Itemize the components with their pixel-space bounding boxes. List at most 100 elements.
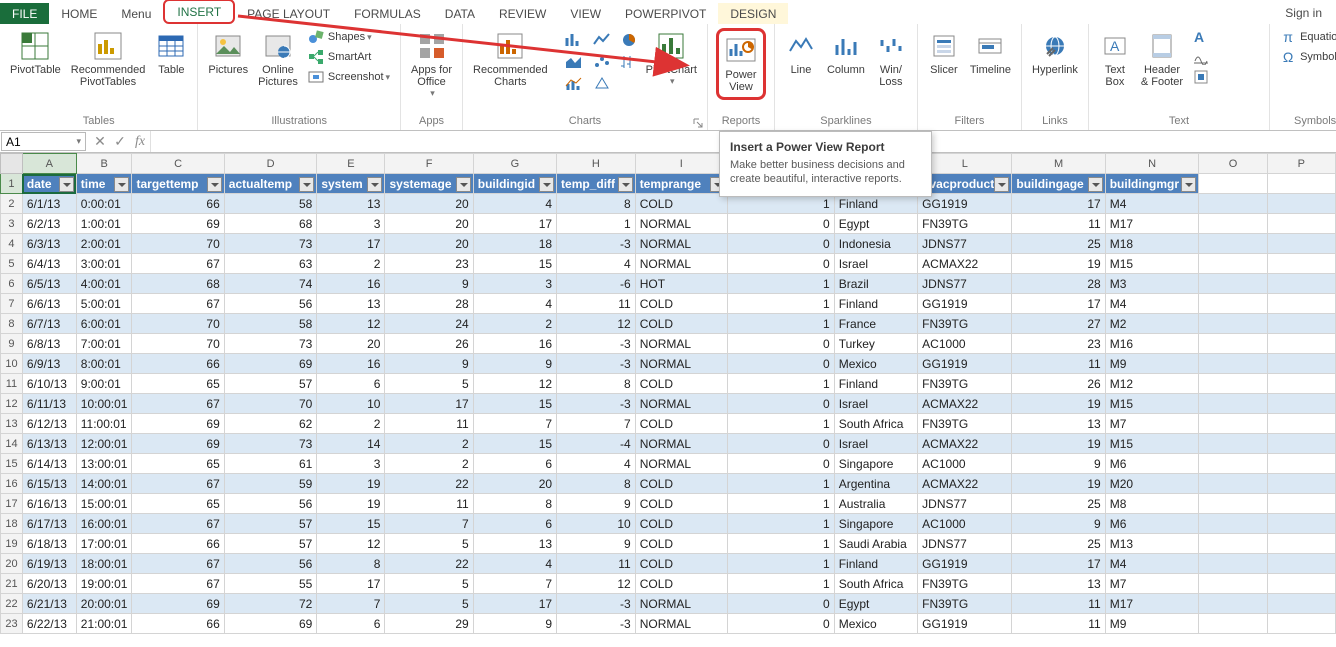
- cell[interactable]: 1: [557, 214, 636, 234]
- column-header[interactable]: P: [1267, 154, 1335, 174]
- row-header[interactable]: 4: [1, 234, 23, 254]
- cell[interactable]: 17: [1012, 194, 1105, 214]
- cell[interactable]: NORMAL: [635, 334, 727, 354]
- cell[interactable]: 0: [727, 394, 834, 414]
- row-header[interactable]: 17: [1, 494, 23, 514]
- cell[interactable]: JDNS77: [918, 494, 1012, 514]
- cell[interactable]: GG1919: [918, 554, 1012, 574]
- cell[interactable]: 14: [317, 434, 385, 454]
- cell[interactable]: 65: [132, 494, 224, 514]
- cell[interactable]: 7: [473, 414, 556, 434]
- cell[interactable]: -6: [557, 274, 636, 294]
- row-header[interactable]: 8: [1, 314, 23, 334]
- symbol-button[interactable]: Ω Symbol: [1278, 48, 1336, 66]
- cell[interactable]: 63: [224, 254, 317, 274]
- cell[interactable]: 19: [1012, 394, 1105, 414]
- cell[interactable]: 66: [132, 534, 224, 554]
- cell[interactable]: 6/16/13: [22, 494, 76, 514]
- cell[interactable]: [1199, 194, 1267, 214]
- cell[interactable]: 29: [385, 614, 473, 634]
- column-header[interactable]: M: [1012, 154, 1105, 174]
- cell[interactable]: 20: [473, 474, 556, 494]
- tab-file[interactable]: FILE: [0, 3, 49, 24]
- cell[interactable]: 11:00:01: [76, 414, 132, 434]
- cell[interactable]: 69: [132, 434, 224, 454]
- cell[interactable]: Argentina: [834, 474, 917, 494]
- cell[interactable]: 6: [317, 614, 385, 634]
- cell[interactable]: 1: [727, 554, 834, 574]
- pictures-button[interactable]: Pictures: [206, 28, 250, 78]
- cell[interactable]: Finland: [834, 374, 917, 394]
- cell[interactable]: GG1919: [918, 294, 1012, 314]
- cell[interactable]: JDNS77: [918, 534, 1012, 554]
- cell[interactable]: [1267, 494, 1335, 514]
- cell[interactable]: 4: [557, 254, 636, 274]
- cell[interactable]: France: [834, 314, 917, 334]
- row-header[interactable]: 20: [1, 554, 23, 574]
- cell[interactable]: 2: [385, 434, 473, 454]
- cell[interactable]: 13: [473, 534, 556, 554]
- cell[interactable]: ACMAX22: [918, 394, 1012, 414]
- cell[interactable]: FN39TG: [918, 314, 1012, 334]
- row-header[interactable]: 14: [1, 434, 23, 454]
- cell[interactable]: M15: [1105, 434, 1199, 454]
- cell[interactable]: Brazil: [834, 274, 917, 294]
- cell[interactable]: 11: [1012, 614, 1105, 634]
- cell[interactable]: 14:00:01: [76, 474, 132, 494]
- cell[interactable]: 26: [1012, 374, 1105, 394]
- tab-insert[interactable]: INSERT: [163, 0, 235, 24]
- cell[interactable]: 57: [224, 534, 317, 554]
- cell[interactable]: NORMAL: [635, 214, 727, 234]
- cell[interactable]: M8: [1105, 494, 1199, 514]
- chart-stock-button[interactable]: [612, 52, 648, 72]
- row-header[interactable]: 6: [1, 274, 23, 294]
- cell[interactable]: 25: [1012, 534, 1105, 554]
- table-header-buildingid[interactable]: buildingid: [473, 174, 556, 194]
- cell[interactable]: 0: [727, 434, 834, 454]
- cell[interactable]: GG1919: [918, 614, 1012, 634]
- cell[interactable]: [1267, 334, 1335, 354]
- column-header[interactable]: H: [557, 154, 636, 174]
- cell[interactable]: 17: [473, 214, 556, 234]
- cell[interactable]: 15: [317, 514, 385, 534]
- cell[interactable]: M2: [1105, 314, 1199, 334]
- row-header[interactable]: 12: [1, 394, 23, 414]
- cell[interactable]: 9: [385, 354, 473, 374]
- table-header-targettemp[interactable]: targettemp: [132, 174, 224, 194]
- cell[interactable]: 61: [224, 454, 317, 474]
- cell[interactable]: [1267, 214, 1335, 234]
- row-header[interactable]: 19: [1, 534, 23, 554]
- table-header-temp_diff[interactable]: temp_diff: [557, 174, 636, 194]
- cell[interactable]: 1: [727, 314, 834, 334]
- cell[interactable]: [1199, 454, 1267, 474]
- cell[interactable]: -3: [557, 394, 636, 414]
- cell[interactable]: COLD: [635, 414, 727, 434]
- cell[interactable]: M6: [1105, 454, 1199, 474]
- cell[interactable]: 0: [727, 354, 834, 374]
- cell[interactable]: 15: [473, 394, 556, 414]
- cell[interactable]: 11: [1012, 594, 1105, 614]
- cell[interactable]: 66: [132, 194, 224, 214]
- column-header[interactable]: F: [385, 154, 473, 174]
- cell[interactable]: 56: [224, 294, 317, 314]
- cell[interactable]: 9: [473, 614, 556, 634]
- cell[interactable]: COLD: [635, 474, 727, 494]
- cell[interactable]: M13: [1105, 534, 1199, 554]
- cell[interactable]: Finland: [834, 554, 917, 574]
- cell[interactable]: COLD: [635, 194, 727, 214]
- cell[interactable]: JDNS77: [918, 234, 1012, 254]
- cell[interactable]: [1199, 234, 1267, 254]
- chart-radar-button[interactable]: [584, 74, 620, 94]
- column-header[interactable]: C: [132, 154, 224, 174]
- cell[interactable]: AC1000: [918, 334, 1012, 354]
- row-header[interactable]: 2: [1, 194, 23, 214]
- cell[interactable]: AC1000: [918, 514, 1012, 534]
- cell[interactable]: 28: [385, 294, 473, 314]
- cell[interactable]: 6: [317, 374, 385, 394]
- cell[interactable]: [1199, 374, 1267, 394]
- cell[interactable]: 9: [385, 274, 473, 294]
- cell[interactable]: 6/15/13: [22, 474, 76, 494]
- sparkline-line-button[interactable]: Line: [783, 28, 819, 78]
- cell[interactable]: [1267, 474, 1335, 494]
- cell[interactable]: 23: [1012, 334, 1105, 354]
